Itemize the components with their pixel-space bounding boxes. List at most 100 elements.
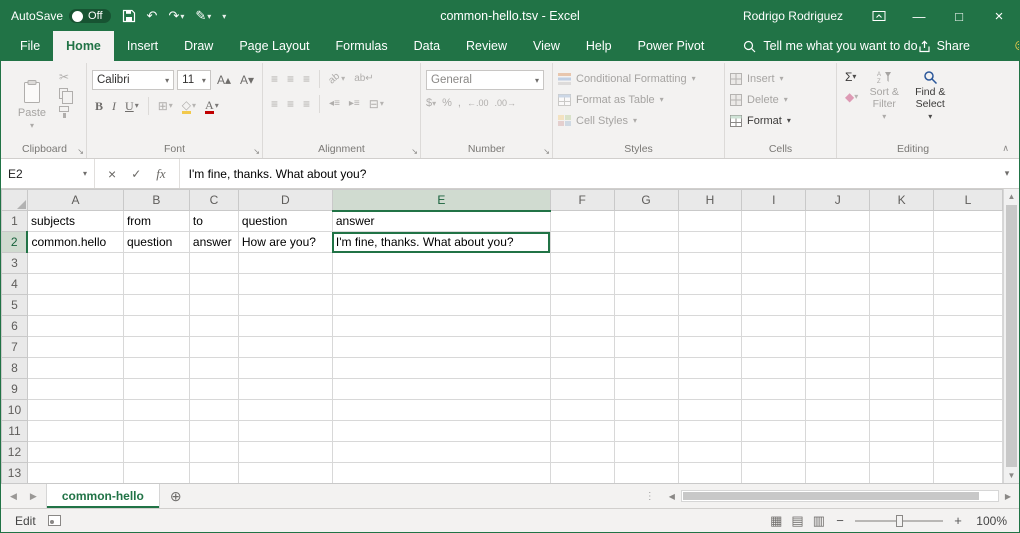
row-header-6[interactable]: 6 bbox=[2, 316, 28, 337]
column-header-K[interactable]: K bbox=[870, 190, 934, 211]
cell-G8[interactable] bbox=[614, 358, 678, 379]
cell-E8[interactable] bbox=[332, 358, 550, 379]
insert-cells-button[interactable]: Insert ▾ bbox=[730, 68, 831, 89]
cell-F12[interactable] bbox=[550, 442, 614, 463]
cell-H1[interactable] bbox=[678, 211, 742, 232]
tab-formulas[interactable]: Formulas bbox=[323, 31, 401, 61]
cell-D4[interactable] bbox=[238, 274, 332, 295]
clear-button[interactable]: ◆▾ bbox=[845, 91, 858, 103]
cell-I10[interactable] bbox=[742, 400, 806, 421]
fill-color-button[interactable]: ◇▾ bbox=[179, 99, 199, 114]
undo-button[interactable]: ↶ bbox=[147, 8, 158, 24]
shrink-font-button[interactable]: A▾ bbox=[237, 74, 257, 86]
cell-A4[interactable] bbox=[27, 274, 123, 295]
cell-L8[interactable] bbox=[934, 358, 1003, 379]
zoom-level[interactable]: 100% bbox=[973, 514, 1007, 528]
cell-A1[interactable]: subjects bbox=[27, 211, 123, 232]
find-select-button[interactable]: Find & Select ▾ bbox=[907, 66, 953, 142]
cell-I3[interactable] bbox=[742, 253, 806, 274]
accounting-format-button[interactable]: $▾ bbox=[426, 97, 436, 109]
format-painter-button[interactable] bbox=[59, 104, 69, 112]
cell-H7[interactable] bbox=[678, 337, 742, 358]
cell-G11[interactable] bbox=[614, 421, 678, 442]
cell-D12[interactable] bbox=[238, 442, 332, 463]
cell-F1[interactable] bbox=[550, 211, 614, 232]
increase-decimal-button[interactable]: ←.00 bbox=[467, 98, 489, 108]
cell-K3[interactable] bbox=[870, 253, 934, 274]
cell-F6[interactable] bbox=[550, 316, 614, 337]
copy-button[interactable] bbox=[59, 88, 69, 99]
cell-D2[interactable]: How are you? bbox=[238, 232, 332, 253]
row-header-7[interactable]: 7 bbox=[2, 337, 28, 358]
zoom-slider[interactable] bbox=[855, 520, 943, 522]
scroll-down-icon[interactable]: ▼ bbox=[1004, 468, 1019, 483]
cell-A11[interactable] bbox=[27, 421, 123, 442]
cell-K7[interactable] bbox=[870, 337, 934, 358]
cell-C9[interactable] bbox=[189, 379, 238, 400]
cell-I6[interactable] bbox=[742, 316, 806, 337]
align-top-button[interactable]: ≡ bbox=[268, 73, 281, 85]
column-header-I[interactable]: I bbox=[742, 190, 806, 211]
column-header-L[interactable]: L bbox=[934, 190, 1003, 211]
name-box[interactable]: E2 ▾ bbox=[1, 159, 95, 188]
column-header-B[interactable]: B bbox=[123, 190, 189, 211]
cell-H11[interactable] bbox=[678, 421, 742, 442]
cell-L3[interactable] bbox=[934, 253, 1003, 274]
cell-J1[interactable] bbox=[806, 211, 870, 232]
cell-C12[interactable] bbox=[189, 442, 238, 463]
cell-G6[interactable] bbox=[614, 316, 678, 337]
save-button[interactable] bbox=[122, 9, 136, 23]
cell-H8[interactable] bbox=[678, 358, 742, 379]
bold-button[interactable]: B bbox=[92, 100, 106, 112]
cell-H5[interactable] bbox=[678, 295, 742, 316]
horizontal-scroll-thumb[interactable] bbox=[683, 492, 979, 500]
horizontal-scrollbar[interactable] bbox=[681, 490, 999, 502]
cell-E7[interactable] bbox=[332, 337, 550, 358]
cell-F10[interactable] bbox=[550, 400, 614, 421]
tab-home[interactable]: Home bbox=[53, 31, 114, 61]
column-header-H[interactable]: H bbox=[678, 190, 742, 211]
decrease-decimal-button[interactable]: .00→ bbox=[495, 98, 517, 108]
cell-I8[interactable] bbox=[742, 358, 806, 379]
cell-E5[interactable] bbox=[332, 295, 550, 316]
cell-C1[interactable]: to bbox=[189, 211, 238, 232]
cell-L11[interactable] bbox=[934, 421, 1003, 442]
align-right-button[interactable]: ≡ bbox=[300, 98, 313, 110]
cell-D1[interactable]: question bbox=[238, 211, 332, 232]
prev-sheet-icon[interactable]: ◀ bbox=[10, 491, 17, 502]
cell-G9[interactable] bbox=[614, 379, 678, 400]
row-header-1[interactable]: 1 bbox=[2, 211, 28, 232]
tab-page-layout[interactable]: Page Layout bbox=[226, 31, 322, 61]
align-left-button[interactable]: ≡ bbox=[268, 98, 281, 110]
percent-style-button[interactable]: % bbox=[442, 97, 452, 109]
sheet-tab-common-hello[interactable]: common-hello bbox=[46, 484, 160, 508]
tab-power-pivot[interactable]: Power Pivot bbox=[625, 31, 718, 61]
cell-E4[interactable] bbox=[332, 274, 550, 295]
cell-J7[interactable] bbox=[806, 337, 870, 358]
cell-C11[interactable] bbox=[189, 421, 238, 442]
cell-I13[interactable] bbox=[742, 463, 806, 484]
cell-E9[interactable] bbox=[332, 379, 550, 400]
cell-K1[interactable] bbox=[870, 211, 934, 232]
cell-I4[interactable] bbox=[742, 274, 806, 295]
user-name[interactable]: Rodrigo Rodriguez bbox=[743, 9, 843, 23]
cell-H6[interactable] bbox=[678, 316, 742, 337]
maximize-button[interactable]: □ bbox=[939, 1, 979, 31]
font-family-combo[interactable]: Calibri▾ bbox=[92, 70, 174, 90]
cell-B4[interactable] bbox=[123, 274, 189, 295]
ribbon-display-options-button[interactable] bbox=[859, 1, 899, 31]
cell-C10[interactable] bbox=[189, 400, 238, 421]
cell-E2[interactable]: I'm fine, thanks. What about you? bbox=[332, 232, 550, 253]
cell-G2[interactable] bbox=[614, 232, 678, 253]
tab-draw[interactable]: Draw bbox=[171, 31, 226, 61]
cell-G13[interactable] bbox=[614, 463, 678, 484]
cell-D8[interactable] bbox=[238, 358, 332, 379]
cell-J11[interactable] bbox=[806, 421, 870, 442]
hscroll-left-icon[interactable]: ◀ bbox=[666, 492, 678, 501]
cell-K10[interactable] bbox=[870, 400, 934, 421]
clipboard-dialog-launcher-icon[interactable]: ↘ bbox=[77, 147, 84, 156]
new-sheet-button[interactable]: ⊕ bbox=[160, 484, 192, 508]
borders-button[interactable]: ⊞▾ bbox=[155, 100, 176, 112]
cell-K4[interactable] bbox=[870, 274, 934, 295]
font-color-button[interactable]: A▾ bbox=[202, 99, 222, 114]
